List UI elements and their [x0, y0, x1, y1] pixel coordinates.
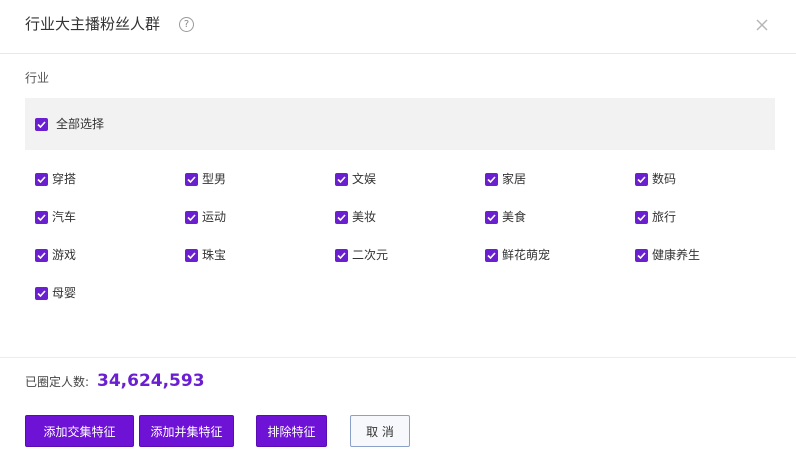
- count-value: 34,624,593: [97, 371, 205, 391]
- option-label[interactable]: 汽车: [52, 209, 76, 225]
- industry-option[interactable]: 鲜花萌宠: [485, 247, 625, 265]
- footer-divider: [0, 357, 796, 358]
- add-intersection-button[interactable]: 添加交集特征: [25, 415, 134, 447]
- exclude-button[interactable]: 排除特征: [256, 415, 327, 447]
- option-label[interactable]: 旅行: [652, 209, 676, 225]
- option-label[interactable]: 二次元: [352, 247, 388, 263]
- industry-option[interactable]: 母婴: [35, 285, 175, 303]
- option-label[interactable]: 健康养生: [652, 247, 700, 263]
- option-label[interactable]: 运动: [202, 209, 226, 225]
- industry-option[interactable]: 美食: [485, 209, 625, 227]
- industry-option[interactable]: 文娱: [335, 171, 475, 189]
- option-checkbox[interactable]: [35, 287, 48, 300]
- select-all-checkbox[interactable]: [35, 118, 48, 131]
- dialog-header: 行业大主播粉丝人群 ?: [0, 0, 796, 54]
- industry-option[interactable]: 汽车: [35, 209, 175, 227]
- help-icon[interactable]: ?: [179, 17, 194, 32]
- industry-option[interactable]: 美妆: [335, 209, 475, 227]
- option-checkbox[interactable]: [335, 173, 348, 186]
- industry-option[interactable]: 家居: [485, 171, 625, 189]
- industry-option[interactable]: 游戏: [35, 247, 175, 265]
- option-checkbox[interactable]: [35, 211, 48, 224]
- option-checkbox[interactable]: [185, 173, 198, 186]
- option-checkbox[interactable]: [485, 249, 498, 262]
- industry-option[interactable]: 数码: [635, 171, 775, 189]
- option-label[interactable]: 母婴: [52, 285, 76, 301]
- option-label[interactable]: 珠宝: [202, 247, 226, 263]
- select-all-bar: 全部选择: [25, 98, 775, 150]
- industry-option[interactable]: 珠宝: [185, 247, 325, 265]
- industry-option[interactable]: 健康养生: [635, 247, 775, 265]
- industry-section-label: 行业: [25, 71, 50, 85]
- industry-option[interactable]: 二次元: [335, 247, 475, 265]
- industry-option[interactable]: 旅行: [635, 209, 775, 227]
- option-label[interactable]: 家居: [502, 171, 526, 187]
- option-checkbox[interactable]: [635, 249, 648, 262]
- crowd-dialog: 行业大主播粉丝人群 ? 行业 全部选择 穿搭 型男 文娱 家居 数码汽车 运动 美妆 美食 旅行…: [0, 0, 796, 459]
- industry-option[interactable]: 运动: [185, 209, 325, 227]
- option-checkbox[interactable]: [635, 173, 648, 186]
- add-union-button[interactable]: 添加并集特征: [139, 415, 234, 447]
- option-checkbox[interactable]: [35, 173, 48, 186]
- industry-option[interactable]: 型男: [185, 171, 325, 189]
- option-checkbox[interactable]: [485, 211, 498, 224]
- select-all-label[interactable]: 全部选择: [56, 116, 104, 132]
- close-icon[interactable]: [753, 16, 771, 34]
- option-checkbox[interactable]: [335, 249, 348, 262]
- option-label[interactable]: 美妆: [352, 209, 376, 225]
- option-checkbox[interactable]: [185, 211, 198, 224]
- industry-option[interactable]: 穿搭: [35, 171, 175, 189]
- option-label[interactable]: 游戏: [52, 247, 76, 263]
- dialog-title: 行业大主播粉丝人群: [25, 15, 161, 33]
- option-checkbox[interactable]: [635, 211, 648, 224]
- option-label[interactable]: 穿搭: [52, 171, 76, 187]
- option-label[interactable]: 鲜花萌宠: [502, 247, 550, 263]
- option-label[interactable]: 美食: [502, 209, 526, 225]
- count-label: 已圈定人数:: [25, 375, 90, 389]
- option-label[interactable]: 型男: [202, 171, 226, 187]
- option-checkbox[interactable]: [485, 173, 498, 186]
- cancel-button[interactable]: 取 消: [350, 415, 410, 447]
- option-checkbox[interactable]: [185, 249, 198, 262]
- option-label[interactable]: 数码: [652, 171, 676, 187]
- option-label[interactable]: 文娱: [352, 171, 376, 187]
- option-checkbox[interactable]: [335, 211, 348, 224]
- option-checkbox[interactable]: [35, 249, 48, 262]
